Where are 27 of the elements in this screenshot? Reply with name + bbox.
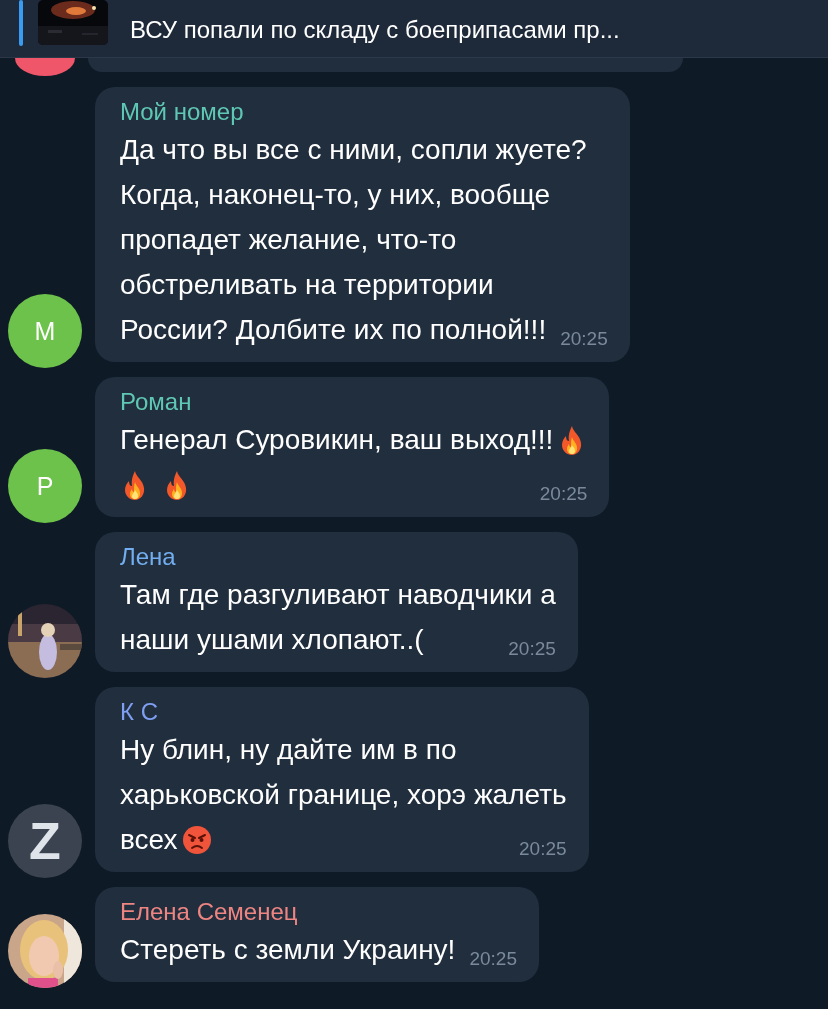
avatar[interactable]: Z <box>8 804 82 878</box>
message-text: Когда, наконец-то, у них, вообще <box>120 178 550 211</box>
sender-name[interactable]: К С <box>120 697 567 727</box>
sender-name[interactable]: Елена Семенец <box>120 897 517 927</box>
reply-preview-text: ВСУ попали по складу с боеприпасами пр... <box>130 16 620 44</box>
reply-bar[interactable]: ВСУ попали по складу с боеприпасами пр... <box>0 0 828 58</box>
sender-name[interactable]: Роман <box>120 387 588 417</box>
message-text: обстреливать на территории <box>120 268 494 301</box>
message-time: 20:25 <box>518 838 567 861</box>
message-text: харьковской границе, хорэ жалеть <box>120 778 567 811</box>
message-text: России? Долбите их по полной!!! <box>120 313 547 346</box>
message-text: Да что вы все с ними, сопли жуете? <box>120 133 587 166</box>
sender-name[interactable]: Лена <box>120 542 556 572</box>
message-text: пропадет желание, что-то <box>120 223 457 256</box>
message-time: 20:25 <box>538 483 588 506</box>
message-text: Стереть с земли Украину! <box>120 933 456 966</box>
message-time: 20:25 <box>468 948 517 971</box>
message-time: 20:25 <box>507 638 556 661</box>
sender-name[interactable]: Мой номер <box>120 97 608 127</box>
message-text: Ну блин, ну дайте им в по <box>120 733 457 766</box>
message-text: всех <box>120 823 178 856</box>
message-text: наши ушами хлопают..( <box>120 623 424 656</box>
avatar[interactable] <box>15 58 75 76</box>
message-text: Там где разгуливают наводчики а <box>120 578 556 611</box>
angry-face-icon <box>181 824 212 855</box>
message-time: 20:25 <box>559 328 608 351</box>
message-text: Генерал Суровикин, ваш выход!!! <box>120 423 554 456</box>
